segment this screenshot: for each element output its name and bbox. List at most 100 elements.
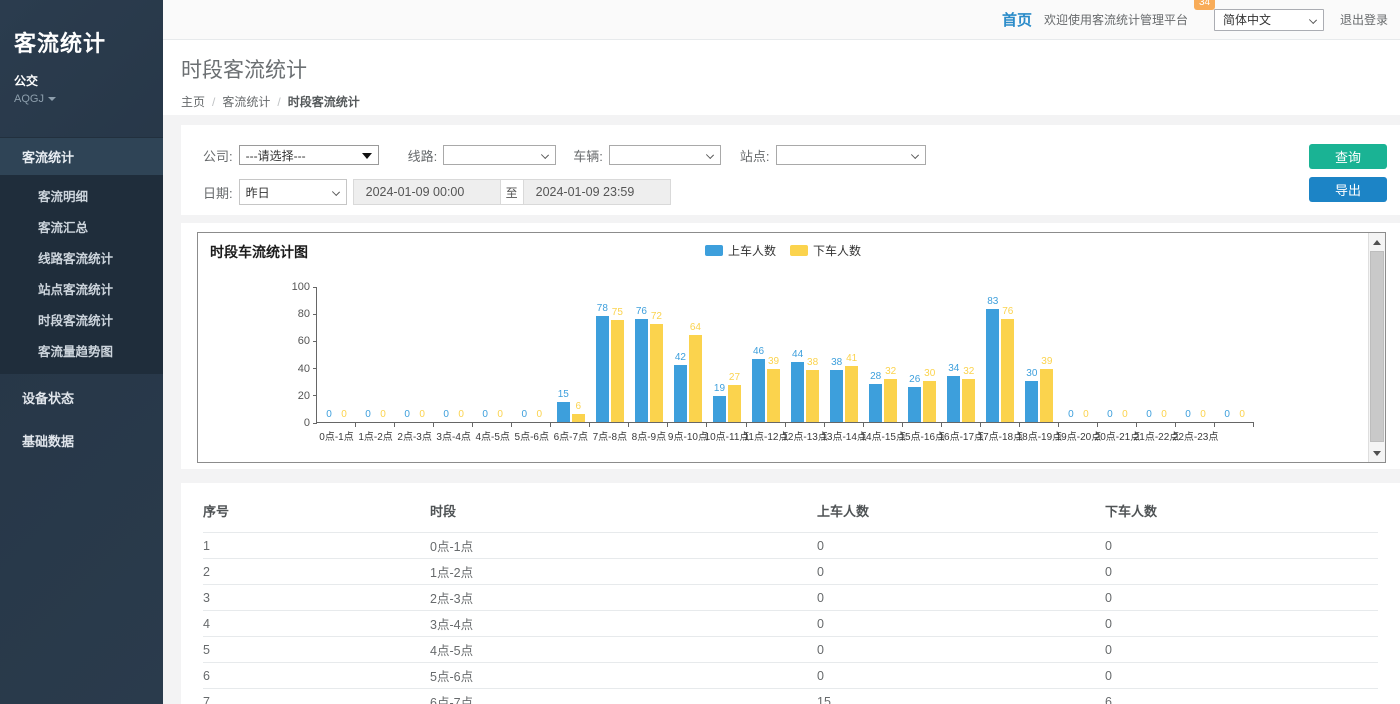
bar-boarding: [713, 396, 726, 422]
vehicle-label: 车辆:: [573, 146, 603, 165]
bar-value-label: 32: [963, 367, 974, 377]
x-axis-tick: [824, 422, 825, 427]
bar-column: 0: [1118, 410, 1131, 422]
cell-index: 2: [203, 559, 430, 585]
bar-value-label: 0: [521, 410, 527, 420]
home-link[interactable]: 首页: [1002, 9, 1032, 30]
cell-period: 3点-4点: [430, 611, 817, 637]
bar-group: 005点-6点: [512, 287, 551, 422]
bar-column: 78: [596, 304, 609, 422]
bar-column: 28: [869, 372, 882, 422]
bar-column: 0: [1064, 410, 1077, 422]
breadcrumb: 主页 / 客流统计 / 时段客流统计: [181, 93, 1400, 110]
station-select[interactable]: [776, 145, 926, 165]
cell-boarding: 0: [817, 611, 1105, 637]
table-row: 65点-6点00: [203, 663, 1378, 689]
table-row: 10点-1点00: [203, 533, 1378, 559]
x-axis-tick: [472, 422, 473, 427]
bar-value-label: 76: [1002, 307, 1013, 317]
end-datetime-input[interactable]: 2024-01-09 23:59: [523, 179, 671, 205]
bar-value-label: 72: [651, 312, 662, 322]
legend-swatch-blue: [705, 245, 723, 256]
sidebar-item-base-data[interactable]: 基础数据: [0, 421, 163, 460]
table-row: 43点-4点00: [203, 611, 1378, 637]
bar-value-label: 38: [807, 358, 818, 368]
chart-card: 时段车流统计图 上车人数 下车人数 000点-1点001点-2点002点-3点0…: [181, 223, 1400, 469]
vehicle-select[interactable]: [609, 145, 721, 165]
bar-alighting: [689, 335, 702, 422]
bar-value-label: 0: [536, 410, 542, 420]
bar-column: 0: [455, 410, 468, 422]
bar-group: 0020点-21点: [1098, 287, 1137, 422]
bar-group: 1566点-7点: [551, 287, 590, 422]
chevron-down-icon: [541, 151, 549, 159]
triangle-down-icon: [1373, 451, 1381, 456]
bar-column: 0: [533, 410, 546, 422]
chart-scrollbar[interactable]: [1368, 233, 1385, 462]
table-row: 76点-7点156: [203, 689, 1378, 704]
bar-value-label: 19: [714, 384, 725, 394]
line-select[interactable]: [443, 145, 556, 165]
bar-column: 32: [884, 367, 897, 423]
sidebar-item-passenger-summary[interactable]: 客流汇总: [0, 211, 163, 242]
y-axis-tick: [313, 341, 317, 342]
sidebar-item-passenger-detail[interactable]: 客流明细: [0, 180, 163, 211]
chevron-down-icon: [910, 151, 918, 159]
user-menu[interactable]: AQGJ: [14, 93, 149, 105]
x-axis-tick: [511, 422, 512, 427]
bar-boarding: [791, 362, 804, 422]
data-table-card: 序号 时段 上车人数 下车人数 10点-1点0021点-2点0032点-3点00…: [181, 483, 1400, 704]
bar-value-label: 0: [1224, 410, 1230, 420]
scrollbar-thumb[interactable]: [1370, 251, 1384, 442]
legend-item-boarding[interactable]: 上车人数: [705, 242, 776, 259]
breadcrumb-separator: /: [212, 95, 215, 109]
sidebar-item-line-stats[interactable]: 线路客流统计: [0, 242, 163, 273]
page-title: 时段客流统计: [181, 54, 1400, 84]
cell-index: 7: [203, 689, 430, 704]
bar-boarding: [752, 359, 765, 422]
sidebar-item-trend-chart[interactable]: 客流量趋势图: [0, 335, 163, 366]
top-navbar: 首页 欢迎使用客流统计管理平台 34 简体中文 退出登录: [163, 0, 1400, 40]
bar-column: 75: [611, 308, 624, 422]
start-datetime-input[interactable]: 2024-01-09 00:00: [353, 179, 501, 205]
bar-boarding: [830, 370, 843, 422]
sidebar-item-passenger-stats[interactable]: 客流统计: [0, 137, 163, 175]
x-axis-tick: [667, 422, 668, 427]
x-axis-label: 8点-9点: [632, 428, 666, 443]
org-label: 公交: [14, 72, 149, 89]
bar-value-label: 27: [729, 373, 740, 383]
scroll-up-arrow[interactable]: [1369, 234, 1385, 250]
export-button[interactable]: 导出: [1309, 177, 1387, 202]
notification-badge: 34: [1194, 0, 1215, 10]
bar-column: 0: [440, 410, 453, 422]
language-select[interactable]: 简体中文: [1214, 9, 1324, 31]
bar-column: 44: [791, 350, 804, 422]
date-preset-select[interactable]: 昨日: [239, 179, 347, 205]
breadcrumb-home[interactable]: 主页: [181, 93, 205, 110]
bar-value-label: 76: [636, 307, 647, 317]
breadcrumb-separator: /: [277, 95, 280, 109]
company-select[interactable]: ---请选择---: [239, 145, 379, 165]
bar-value-label: 0: [1161, 410, 1167, 420]
x-axis-tick: [355, 422, 356, 427]
breadcrumb-passenger-stats[interactable]: 客流统计: [222, 93, 270, 110]
bar-value-label: 0: [1200, 410, 1206, 420]
caret-down-icon: [48, 97, 56, 101]
bar-value-label: 0: [419, 410, 425, 420]
legend-item-alighting[interactable]: 下车人数: [790, 242, 861, 259]
scroll-down-arrow[interactable]: [1369, 445, 1385, 461]
sidebar-item-device-status[interactable]: 设备状态: [0, 378, 163, 417]
bar-column: 76: [1001, 307, 1014, 422]
logout-link[interactable]: 退出登录: [1340, 11, 1388, 28]
date-to-label: 至: [501, 179, 523, 205]
sidebar-item-station-stats[interactable]: 站点客流统计: [0, 273, 163, 304]
filter-panel: 公司: ---请选择--- 线路: 车辆: 站点:: [181, 125, 1400, 215]
x-axis-tick: [1175, 422, 1176, 427]
col-header-boarding: 上车人数: [817, 491, 1105, 533]
bar-alighting: [611, 320, 624, 422]
sidebar-item-period-stats[interactable]: 时段客流统计: [0, 304, 163, 335]
bar-group: 78757点-8点: [590, 287, 629, 422]
bar-value-label: 0: [341, 410, 347, 420]
bar-value-label: 0: [443, 410, 449, 420]
query-button[interactable]: 查询: [1309, 144, 1387, 169]
